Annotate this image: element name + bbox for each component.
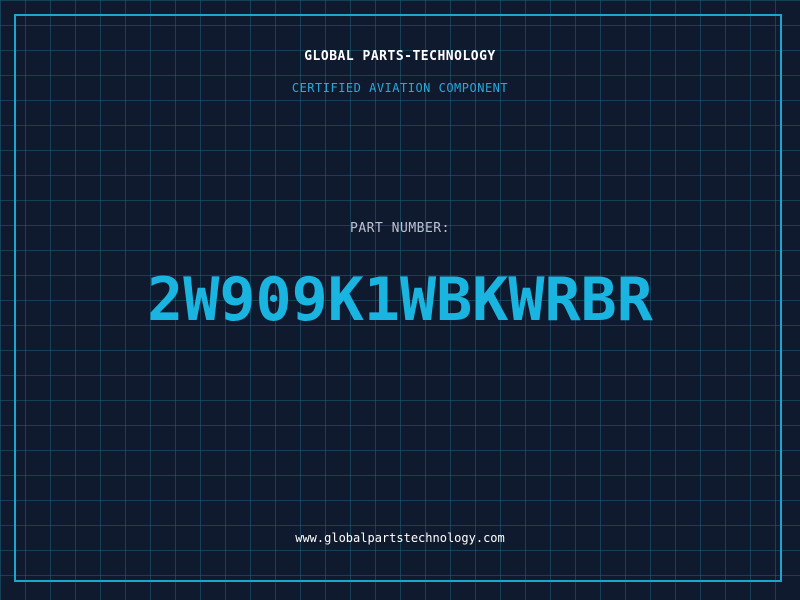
part-number-label: PART NUMBER: [350,221,450,236]
part-label-card: GLOBAL PARTS-TECHNOLOGY CERTIFIED AVIATI… [0,0,800,600]
company-name: GLOBAL PARTS-TECHNOLOGY [304,49,496,64]
certification-subtitle: CERTIFIED AVIATION COMPONENT [291,81,509,95]
part-number-value: 2W909K1WBKWRBR [147,265,653,335]
website-url: www.globalpartstechnology.com [295,531,505,545]
